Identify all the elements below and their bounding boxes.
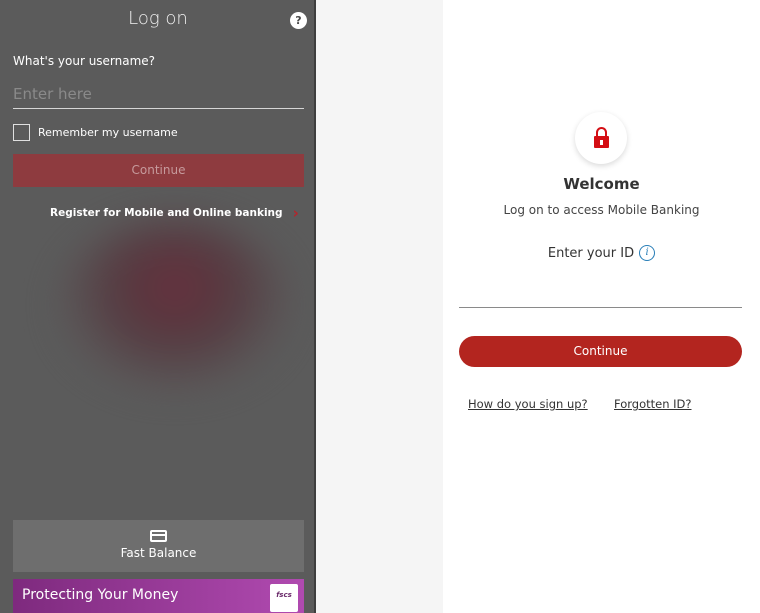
username-label: What's your username? bbox=[13, 54, 156, 68]
remember-username-label: Remember my username bbox=[38, 126, 178, 139]
card-icon bbox=[150, 530, 167, 542]
id-label: Enter your ID bbox=[547, 245, 635, 261]
username-input[interactable] bbox=[13, 79, 304, 109]
protect-label: Protecting Your Money bbox=[22, 587, 179, 603]
remember-username-row[interactable]: Remember my username bbox=[13, 124, 178, 141]
page-title: Log on bbox=[128, 8, 188, 29]
app-root: Log on ? What's your username? Remember … bbox=[0, 0, 760, 613]
blurred-background-image bbox=[60, 220, 290, 390]
welcome-heading: Welcome bbox=[563, 175, 640, 193]
id-label-row: Enter your ID i bbox=[443, 245, 760, 261]
panel-divider bbox=[314, 0, 316, 613]
lock-icon bbox=[575, 112, 627, 164]
register-link[interactable]: Register for Mobile and Online banking › bbox=[50, 204, 299, 222]
register-label: Register for Mobile and Online banking bbox=[50, 207, 283, 219]
protecting-your-money-banner[interactable]: Protecting Your Money fscs bbox=[13, 579, 304, 613]
continue-button[interactable]: Continue bbox=[13, 154, 304, 187]
how-to-sign-up-link[interactable]: How do you sign up? bbox=[468, 397, 588, 411]
welcome-subtitle: Log on to access Mobile Banking bbox=[503, 203, 700, 217]
continue-button-right[interactable]: Continue bbox=[459, 336, 742, 367]
id-input[interactable] bbox=[459, 280, 742, 308]
info-icon[interactable]: i bbox=[639, 245, 656, 261]
left-logon-panel: Log on ? What's your username? Remember … bbox=[0, 0, 316, 613]
fast-balance-button[interactable]: Fast Balance bbox=[13, 520, 304, 572]
help-icon[interactable]: ? bbox=[290, 12, 307, 29]
chevron-right-icon: › bbox=[292, 204, 299, 222]
remember-username-checkbox[interactable] bbox=[13, 124, 30, 141]
fast-balance-label: Fast Balance bbox=[120, 546, 197, 560]
forgotten-id-link[interactable]: Forgotten ID? bbox=[614, 397, 692, 411]
fscs-logo: fscs bbox=[270, 584, 298, 612]
